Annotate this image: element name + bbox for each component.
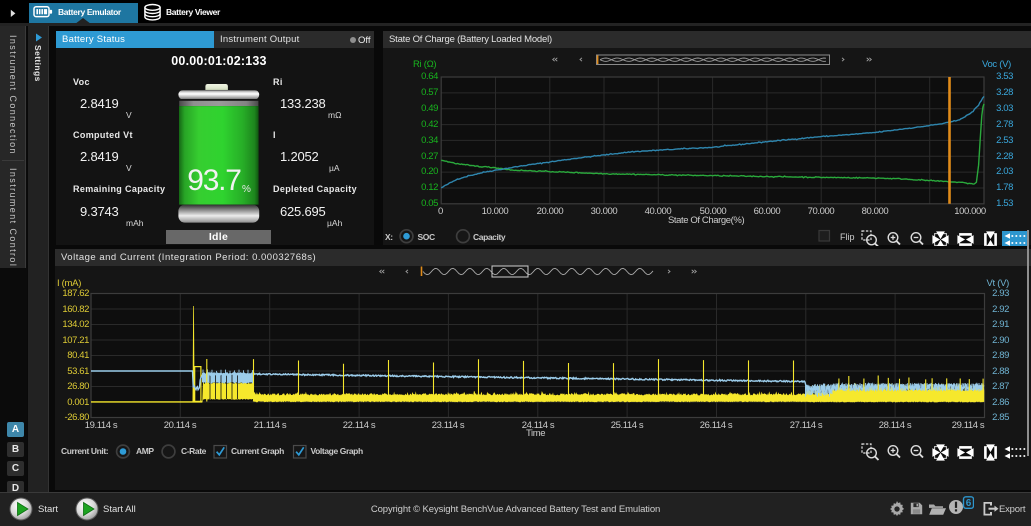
- svg-text:%: %: [242, 184, 251, 195]
- svg-text:6: 6: [966, 498, 972, 509]
- svg-text:93.7: 93.7: [187, 164, 241, 197]
